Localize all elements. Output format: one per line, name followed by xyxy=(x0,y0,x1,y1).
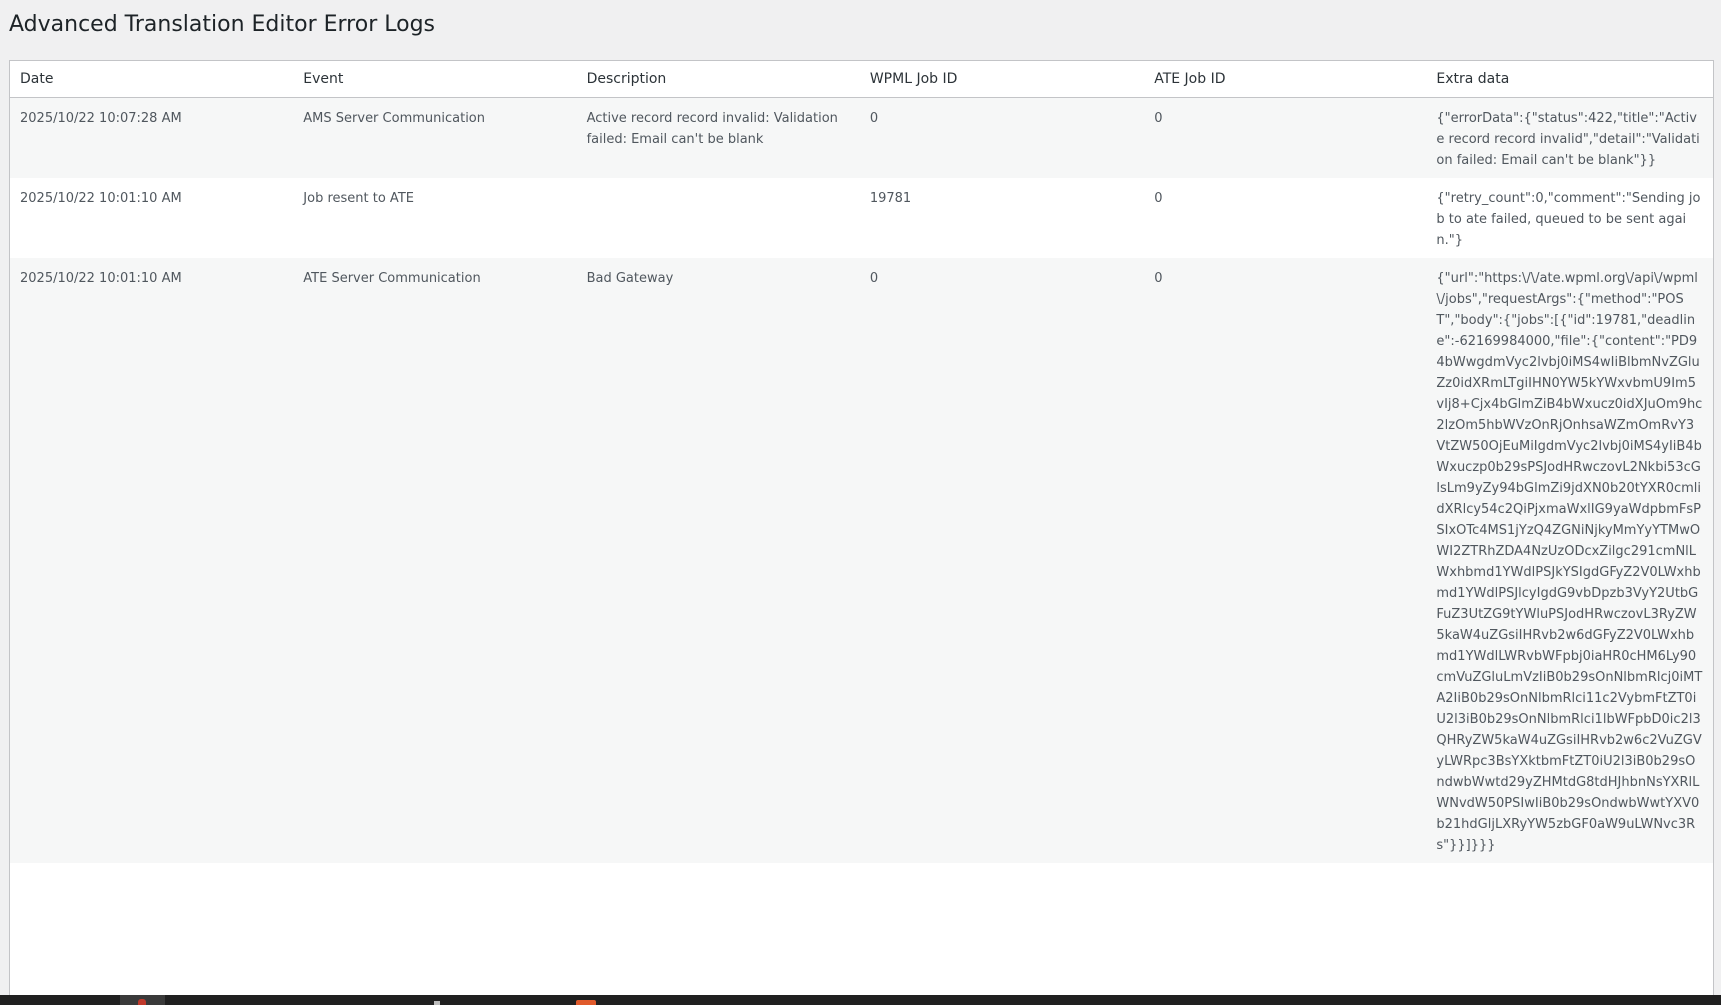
cell-extra-data: {"retry_count":0,"comment":"Sending job … xyxy=(1426,178,1713,258)
cell-event: ATE Server Communication xyxy=(293,258,577,863)
column-header-extra-data: Extra data xyxy=(1426,61,1713,98)
column-header-date: Date xyxy=(10,61,294,98)
page-title: Advanced Translation Editor Error Logs xyxy=(9,12,436,37)
cell-description xyxy=(576,178,860,258)
cell-description: Bad Gateway xyxy=(576,258,860,863)
cell-ate-job-id: 0 xyxy=(1144,178,1427,258)
cell-description: Active record record invalid: Validation… xyxy=(576,97,860,178)
page: Advanced Translation Editor Error Logs D… xyxy=(0,0,1721,1005)
os-taskbar xyxy=(0,995,1721,1005)
cell-date: 2025/10/22 10:01:10 AM xyxy=(10,178,294,258)
error-log-table: Date Event Description WPML Job ID ATE J… xyxy=(9,60,1714,1005)
app-icon[interactable] xyxy=(576,1000,596,1005)
table-header-row: Date Event Description WPML Job ID ATE J… xyxy=(10,61,1713,98)
column-header-description: Description xyxy=(576,61,860,98)
cell-wpml-job-id: 0 xyxy=(859,97,1145,178)
table-row: 2025/10/22 10:07:28 AM AMS Server Commun… xyxy=(10,97,1713,178)
cell-event: Job resent to ATE xyxy=(293,178,577,258)
app-icon[interactable] xyxy=(138,999,146,1005)
cell-date: 2025/10/22 10:01:10 AM xyxy=(10,258,294,863)
column-header-ate-job-id: ATE Job ID xyxy=(1144,61,1427,98)
column-header-wpml-job-id: WPML Job ID xyxy=(859,61,1145,98)
app-icon[interactable] xyxy=(434,1001,440,1005)
cell-extra-data: {"errorData":{"status":422,"title":"Acti… xyxy=(1426,97,1713,178)
cell-wpml-job-id: 19781 xyxy=(859,178,1145,258)
table-row: 2025/10/22 10:01:10 AM ATE Server Commun… xyxy=(10,258,1713,863)
cell-wpml-job-id: 0 xyxy=(859,258,1145,863)
column-header-event: Event xyxy=(293,61,577,98)
cell-date: 2025/10/22 10:07:28 AM xyxy=(10,97,294,178)
cell-ate-job-id: 0 xyxy=(1144,258,1427,863)
cell-event: AMS Server Communication xyxy=(293,97,577,178)
table-row: 2025/10/22 10:01:10 AM Job resent to ATE… xyxy=(10,178,1713,258)
cell-ate-job-id: 0 xyxy=(1144,97,1427,178)
cell-extra-data: {"url":"https:\/\/ate.wpml.org\/api\/wpm… xyxy=(1426,258,1713,863)
